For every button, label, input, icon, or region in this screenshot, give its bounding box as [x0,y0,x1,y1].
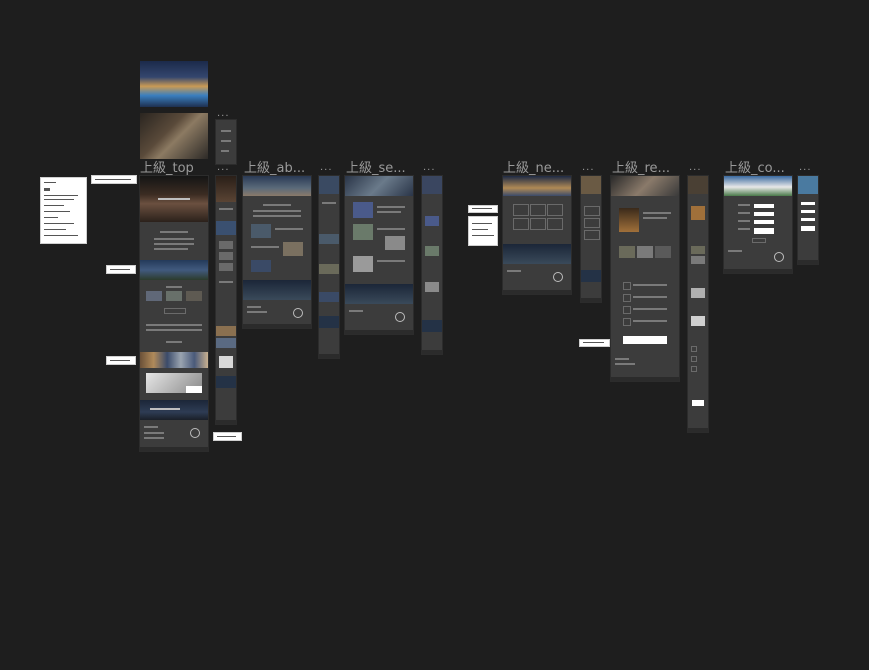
artboard-top-mobile[interactable] [216,176,236,424]
artboard-label-about[interactable]: 上級_ab... [244,157,305,176]
artboard-label-mobile-extra[interactable]: ... [217,109,230,119]
mobile-artboard-extra[interactable] [216,120,236,164]
artboard-news[interactable] [503,176,571,294]
artboard-label-service-mobile[interactable]: ... [423,163,436,173]
artboard-top[interactable] [140,176,208,451]
artboard-label-news[interactable]: 上級_ne... [503,157,564,176]
sticky-note-spec[interactable] [40,177,87,244]
reference-interior-image[interactable] [140,113,208,159]
artboard-label-contact[interactable]: 上級_co... [725,157,785,176]
artboard-about[interactable] [243,176,311,328]
artboard-recruit[interactable] [611,176,679,381]
artboard-contact[interactable] [724,176,792,273]
artboard-service[interactable] [345,176,413,334]
artboard-label-recruit-mobile[interactable]: ... [689,163,702,173]
artboard-label-top-mobile[interactable]: ... [217,163,230,173]
artboard-recruit-mobile[interactable] [688,176,708,432]
artboard-label-service[interactable]: 上級_se... [346,157,406,176]
artboard-news-mobile[interactable] [581,176,601,302]
reference-pool-image[interactable] [140,61,208,107]
artboard-about-mobile[interactable] [319,176,339,358]
artboard-label-news-mobile[interactable]: ... [582,163,595,173]
artboard-service-mobile[interactable] [422,176,442,354]
artboard-label-contact-mobile[interactable]: ... [799,163,812,173]
sticky-note-2[interactable] [106,265,136,274]
artboard-label-top[interactable]: 上級_top [140,157,194,176]
sticky-note-4[interactable] [213,432,242,441]
sticky-note-3[interactable] [106,356,136,365]
artboard-label-recruit[interactable]: 上級_re... [612,157,670,176]
artboard-label-about-mobile[interactable]: ... [320,163,333,173]
sticky-note-7[interactable] [579,339,610,347]
sticky-note-6[interactable] [468,216,498,246]
artboard-contact-mobile[interactable] [798,176,818,264]
sticky-note-1[interactable] [91,175,137,184]
design-canvas[interactable]: 上級_top 上級_ab... 上級_se... 上級_ne... 上級_re.… [0,0,869,670]
sticky-note-5[interactable] [468,205,498,213]
